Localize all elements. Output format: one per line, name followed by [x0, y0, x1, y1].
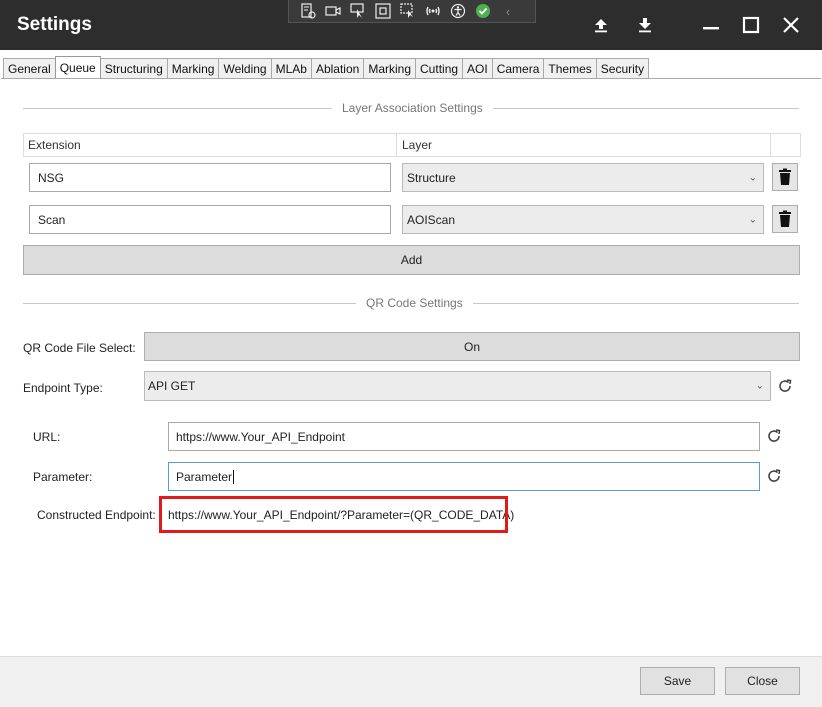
tab-security[interactable]: Security: [595, 58, 650, 78]
trash-icon: [779, 210, 791, 227]
check-circle-icon[interactable]: [472, 2, 494, 20]
settings-document-icon[interactable]: [297, 2, 319, 20]
title-bar: Settings ‹: [0, 0, 822, 50]
maximize-icon[interactable]: [738, 12, 764, 38]
refresh-endpoint-type-icon[interactable]: [776, 377, 794, 395]
chevron-down-icon: ⌄: [748, 214, 757, 225]
tab-cutting[interactable]: Cutting: [415, 58, 464, 78]
layer-grid-header: Extension Layer: [23, 133, 801, 157]
tab-marking-2[interactable]: Marking: [363, 58, 417, 78]
extension-input[interactable]: Scan: [29, 205, 391, 234]
parameter-value: Parameter: [176, 469, 233, 484]
tab-themes[interactable]: Themes: [543, 58, 597, 78]
delete-row-button[interactable]: [772, 163, 798, 191]
qr-code-title: QR Code Settings: [356, 296, 473, 310]
window-title: Settings: [17, 14, 92, 35]
tab-ablation[interactable]: Ablation: [310, 58, 365, 78]
trash-icon: [779, 168, 791, 185]
tab-camera[interactable]: Camera: [491, 58, 545, 78]
parameter-input[interactable]: Parameter: [168, 462, 760, 491]
settings-tabs: General Queue Structuring Marking Weldin…: [0, 56, 822, 78]
endpoint-type-value: API GET: [148, 379, 196, 393]
layer-select-value: Structure: [407, 170, 456, 185]
url-input[interactable]: https://www.Your_API_Endpoint: [168, 422, 760, 451]
extension-input[interactable]: NSG: [29, 163, 391, 192]
layer-association-title: Layer Association Settings: [332, 101, 493, 115]
endpoint-type-select[interactable]: API GET ⌄: [144, 371, 771, 401]
delete-row-button[interactable]: [772, 205, 798, 233]
minimize-icon[interactable]: [698, 12, 724, 38]
tab-welding[interactable]: Welding: [218, 58, 272, 78]
qr-file-select-toggle[interactable]: On: [144, 332, 800, 361]
frame-icon[interactable]: [372, 2, 394, 20]
floating-toolbar: ‹: [288, 0, 536, 23]
column-layer: Layer: [402, 138, 433, 152]
tab-general[interactable]: General: [3, 58, 56, 78]
endpoint-type-label: Endpoint Type:: [23, 381, 103, 395]
download-icon[interactable]: [632, 12, 658, 38]
text-cursor: [233, 469, 235, 484]
upload-icon[interactable]: [588, 12, 614, 38]
select-pointer-icon[interactable]: [347, 2, 369, 20]
layer-select-value: AOIScan: [407, 212, 456, 227]
layer-select[interactable]: Structure ⌄: [402, 163, 764, 192]
refresh-url-icon[interactable]: [765, 427, 783, 445]
close-icon[interactable]: [778, 12, 804, 38]
chevron-down-icon: ⌄: [748, 172, 757, 183]
qr-file-select-label: QR Code File Select:: [23, 341, 136, 355]
chevron-left-icon[interactable]: ‹: [497, 2, 519, 20]
video-camera-icon[interactable]: [322, 2, 344, 20]
highlight-annotation: [159, 496, 508, 533]
tab-marking[interactable]: Marking: [166, 58, 220, 78]
tab-queue[interactable]: Queue: [54, 56, 101, 78]
accessibility-icon[interactable]: [447, 2, 469, 20]
add-button[interactable]: Add: [23, 245, 800, 275]
save-button[interactable]: Save: [640, 667, 715, 695]
parameter-label: Parameter:: [33, 470, 93, 484]
layer-select[interactable]: AOIScan ⌄: [402, 205, 764, 234]
tab-mlab[interactable]: MLAb: [270, 58, 312, 78]
url-label: URL:: [33, 430, 61, 444]
tab-aoi[interactable]: AOI: [462, 58, 493, 78]
close-button[interactable]: Close: [725, 667, 800, 695]
column-extension: Extension: [28, 138, 81, 152]
wireless-icon[interactable]: [422, 2, 444, 20]
chevron-down-icon: ⌄: [755, 380, 764, 392]
tab-structuring[interactable]: Structuring: [99, 58, 168, 78]
refresh-parameter-icon[interactable]: [765, 467, 783, 485]
constructed-endpoint-label: Constructed Endpoint:: [37, 508, 156, 522]
column-separator: [770, 134, 771, 156]
region-select-icon[interactable]: [397, 2, 419, 20]
column-separator: [396, 134, 397, 156]
